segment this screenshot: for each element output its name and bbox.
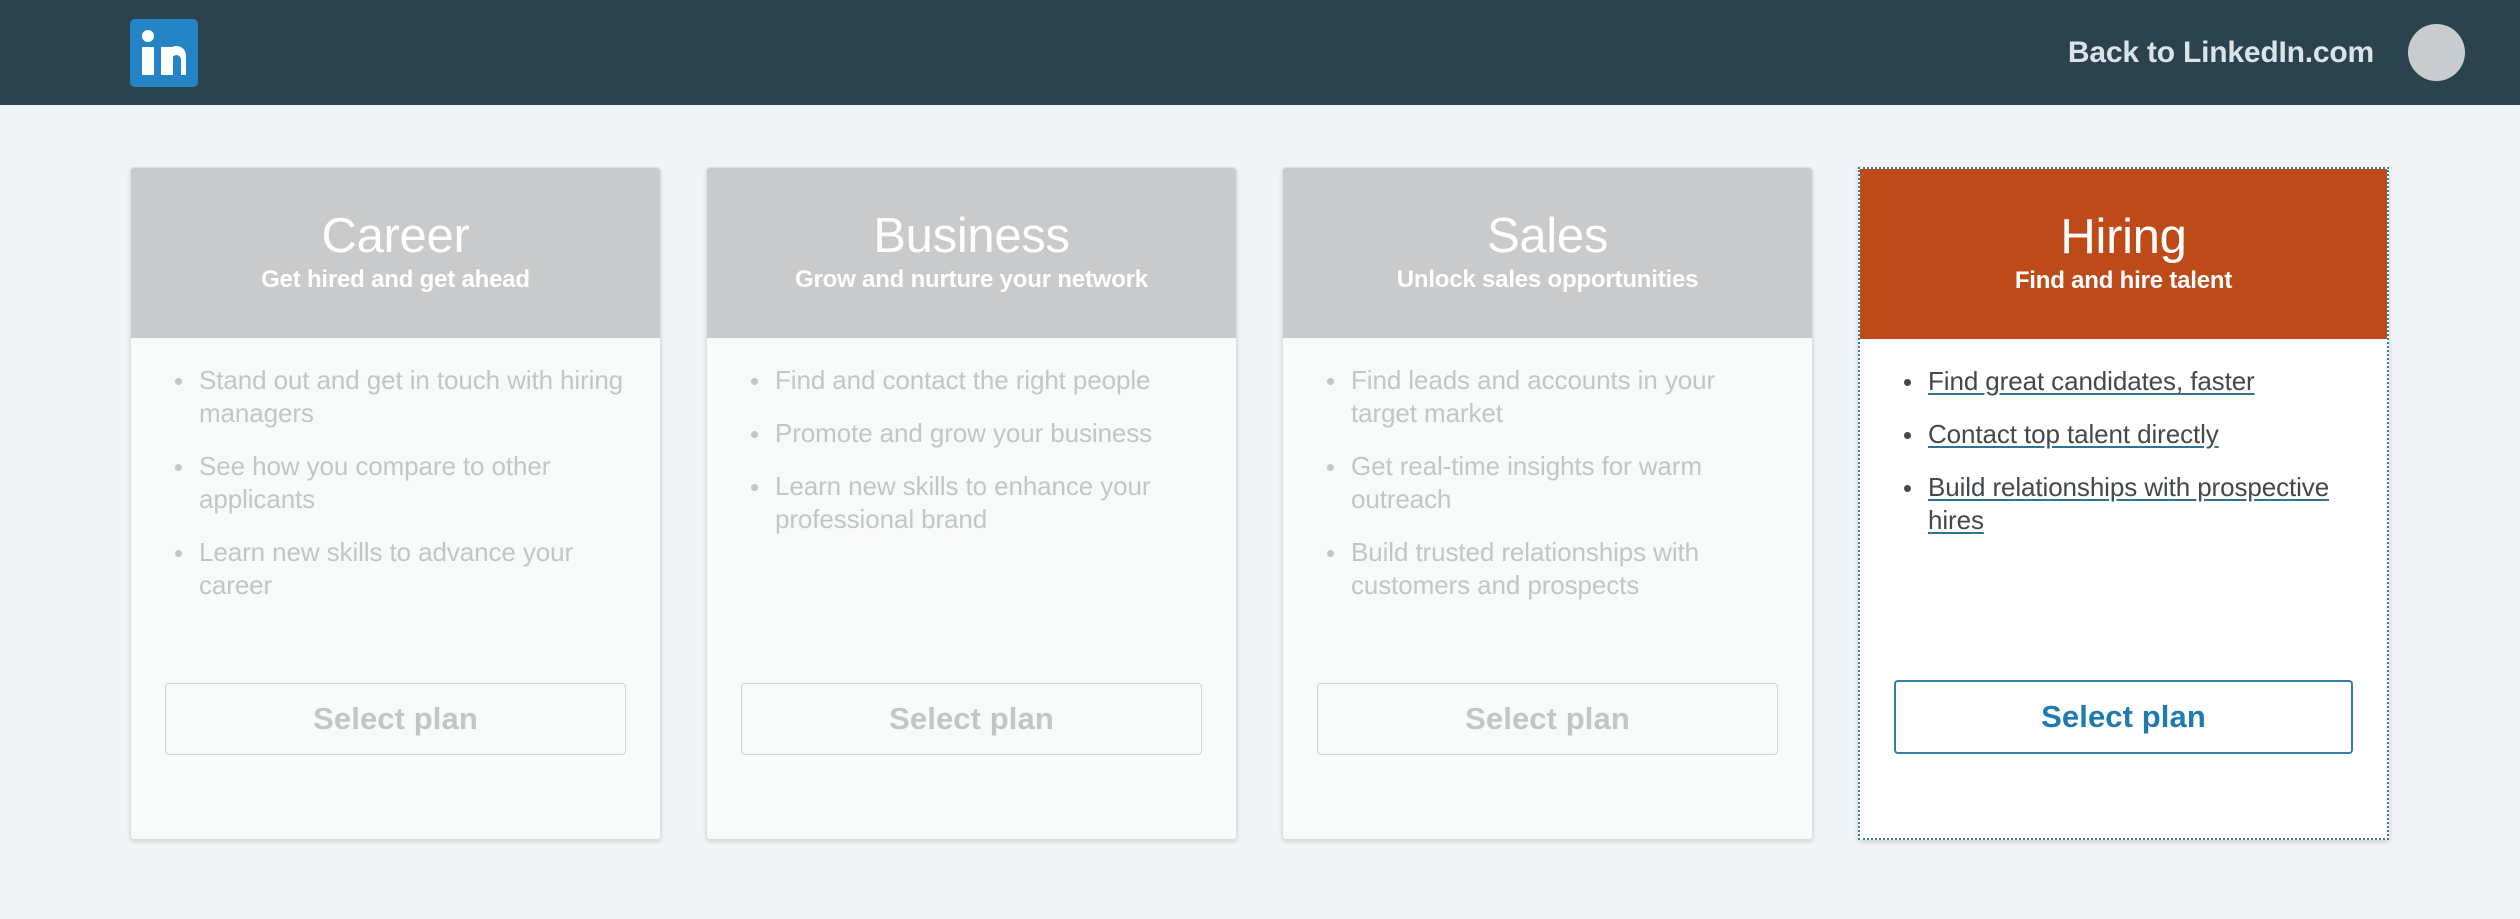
linkedin-logo-n-notch [172, 54, 181, 76]
plan-card-footer-business: Select plan [707, 683, 1236, 755]
select-plan-button-hiring[interactable]: Select plan [1894, 680, 2353, 754]
plan-card-body-business: Find and contact the right people Promot… [707, 338, 1236, 683]
plan-card-header-business: Business Grow and nurture your network [707, 168, 1236, 338]
plan-subtitle-sales: Unlock sales opportunities [1396, 266, 1699, 294]
plan-cards-row: Career Get hired and get ahead Stand out… [0, 105, 2520, 840]
linkedin-logo-i-dot [142, 29, 154, 42]
plan-feature-list-business: Find and contact the right people Promot… [741, 364, 1202, 536]
plan-card-sales[interactable]: Sales Unlock sales opportunities Find le… [1282, 167, 1813, 840]
plan-card-business[interactable]: Business Grow and nurture your network F… [706, 167, 1237, 840]
plan-card-footer-hiring: Select plan [1860, 680, 2387, 754]
list-item: Get real-time insights for warm outreach [1317, 450, 1778, 516]
plan-card-body-hiring: Find great candidates, faster Contact to… [1860, 339, 2387, 680]
plan-subtitle-hiring: Find and hire talent [2014, 267, 2233, 295]
plan-title-sales: Sales [1486, 209, 1609, 264]
select-plan-button-sales[interactable]: Select plan [1317, 683, 1778, 755]
plan-feature-list-hiring: Find great candidates, faster Contact to… [1894, 365, 2353, 537]
plan-card-hiring[interactable]: Hiring Find and hire talent Find great c… [1858, 167, 2389, 840]
list-item: Find and contact the right people [741, 364, 1202, 397]
plan-card-career[interactable]: Career Get hired and get ahead Stand out… [130, 167, 661, 840]
plan-subtitle-career: Get hired and get ahead [261, 266, 530, 294]
plan-title-business: Business [873, 209, 1070, 264]
select-plan-button-career[interactable]: Select plan [165, 683, 626, 755]
plan-card-header-sales: Sales Unlock sales opportunities [1283, 168, 1812, 338]
back-to-linkedin-link[interactable]: Back to LinkedIn.com [2068, 36, 2374, 70]
list-item: See how you compare to other applicants [165, 450, 626, 516]
linkedin-logo-n-stem [161, 46, 173, 75]
plan-title-career: Career [321, 209, 470, 264]
plan-feature-link-hiring-2[interactable]: Contact top talent directly [1928, 419, 2219, 449]
list-item: Contact top talent directly [1894, 418, 2353, 451]
plan-card-footer-sales: Select plan [1283, 683, 1812, 755]
plan-feature-link-hiring-3[interactable]: Build relationships with prospective hir… [1928, 472, 2329, 535]
linkedin-logo-i-stem [142, 46, 154, 75]
list-item: Find great candidates, faster [1894, 365, 2353, 398]
plan-subtitle-business: Grow and nurture your network [795, 266, 1148, 294]
plan-card-header-hiring: Hiring Find and hire talent [1860, 169, 2387, 339]
select-plan-button-business[interactable]: Select plan [741, 683, 1202, 755]
list-item: Stand out and get in touch with hiring m… [165, 364, 626, 430]
list-item: Learn new skills to enhance your profess… [741, 470, 1202, 536]
user-avatar-icon[interactable] [2408, 24, 2465, 81]
list-item: Promote and grow your business [741, 417, 1202, 450]
list-item: Learn new skills to advance your career [165, 536, 626, 602]
linkedin-logo-icon[interactable] [130, 18, 198, 87]
list-item: Find leads and accounts in your target m… [1317, 364, 1778, 430]
plan-feature-link-hiring-1[interactable]: Find great candidates, faster [1928, 366, 2255, 396]
plan-feature-list-career: Stand out and get in touch with hiring m… [165, 364, 626, 602]
list-item: Build trusted relationships with custome… [1317, 536, 1778, 602]
plan-card-footer-career: Select plan [131, 683, 660, 755]
plan-title-hiring: Hiring [2060, 210, 2187, 265]
navbar-right-group: Back to LinkedIn.com [2068, 24, 2465, 81]
top-navigation-bar: Back to LinkedIn.com [0, 0, 2520, 105]
plan-card-header-career: Career Get hired and get ahead [131, 168, 660, 338]
list-item: Build relationships with prospective hir… [1894, 471, 2353, 537]
plan-card-body-sales: Find leads and accounts in your target m… [1283, 338, 1812, 683]
plan-feature-list-sales: Find leads and accounts in your target m… [1317, 364, 1778, 602]
plan-card-body-career: Stand out and get in touch with hiring m… [131, 338, 660, 683]
